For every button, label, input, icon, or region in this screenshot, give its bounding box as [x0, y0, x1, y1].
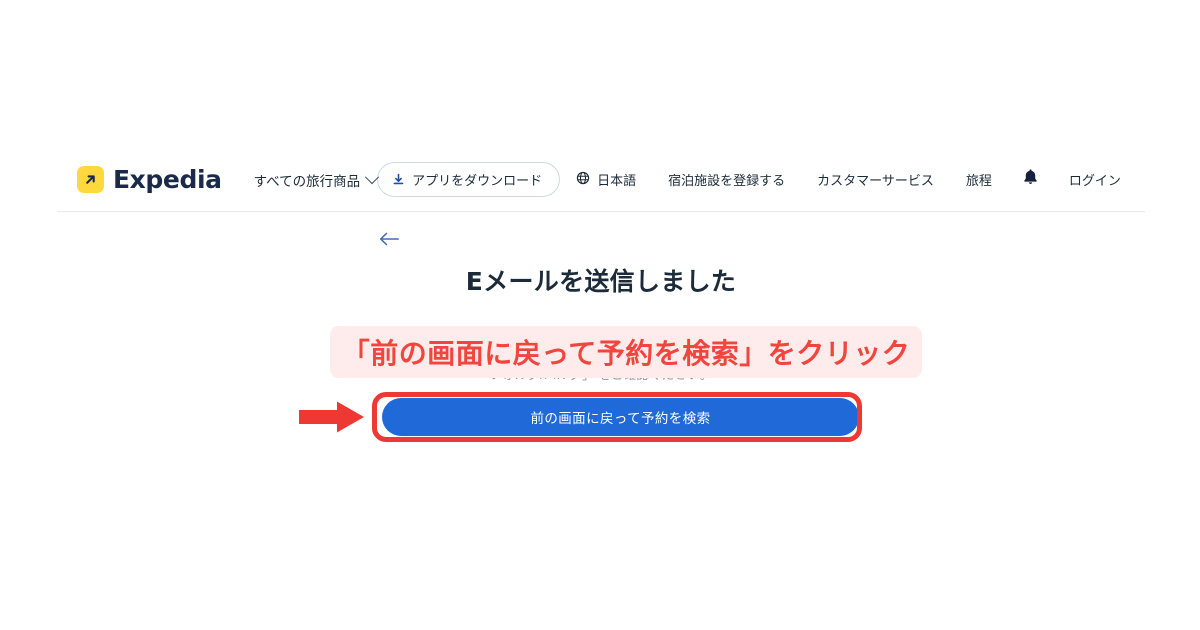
nav-customer-service[interactable]: カスタマーサービス [801, 170, 950, 189]
site-header: Expedia すべての旅行商品 アプリをダウンロード 日本語 宿泊施設を登録す… [57, 148, 1145, 212]
search-booking-button[interactable]: 前の画面に戻って予約を検索 [382, 398, 859, 436]
back-button[interactable] [372, 224, 406, 258]
nav-all-travel-products[interactable]: すべての旅行商品 [253, 169, 380, 190]
expedia-logo[interactable]: Expedia [77, 166, 222, 193]
download-app-label: アプリをダウンロード [412, 173, 543, 188]
notifications-button[interactable] [1008, 168, 1053, 191]
annotation-banner-text: 「前の画面に戻って予約を検索」をクリック [341, 337, 911, 370]
annotation-banner: 「前の画面に戻って予約を検索」をクリック [330, 326, 922, 378]
nav-list-your-property[interactable]: 宿泊施設を登録する [652, 170, 801, 189]
main-content: Eメールを送信しました フォルダ/バルダ」 をご確認ください。 前の画面に戻って… [57, 212, 1145, 630]
expedia-wordmark: Expedia [113, 165, 222, 194]
login-button[interactable]: ログイン [1053, 170, 1137, 189]
page-title: Eメールを送信しました [465, 267, 737, 296]
arrow-left-icon [378, 230, 400, 253]
globe-icon [576, 171, 590, 188]
nav-trips[interactable]: 旅程 [950, 170, 1008, 189]
download-icon [392, 173, 405, 186]
nav-list-your-property-label: 宿泊施設を登録する [668, 173, 786, 188]
nav-all-travel-products-label: すべての旅行商品 [253, 173, 361, 189]
nav-customer-service-label: カスタマーサービス [817, 173, 934, 188]
right-arrow-annotation-icon [299, 400, 365, 434]
arrow-up-right-icon [77, 166, 104, 193]
language-label: 日本語 [597, 173, 637, 188]
language-selector[interactable]: 日本語 [560, 170, 652, 189]
header-nav-right: アプリをダウンロード 日本語 宿泊施設を登録する カスタマーサービス 旅程 ログ… [377, 162, 1159, 197]
login-label: ログイン [1068, 173, 1121, 188]
download-app-button[interactable]: アプリをダウンロード [377, 162, 561, 197]
nav-trips-label: 旅程 [965, 173, 992, 188]
bell-icon [1022, 168, 1039, 191]
page-shell: Expedia すべての旅行商品 アプリをダウンロード 日本語 宿泊施設を登録す… [0, 0, 1200, 630]
